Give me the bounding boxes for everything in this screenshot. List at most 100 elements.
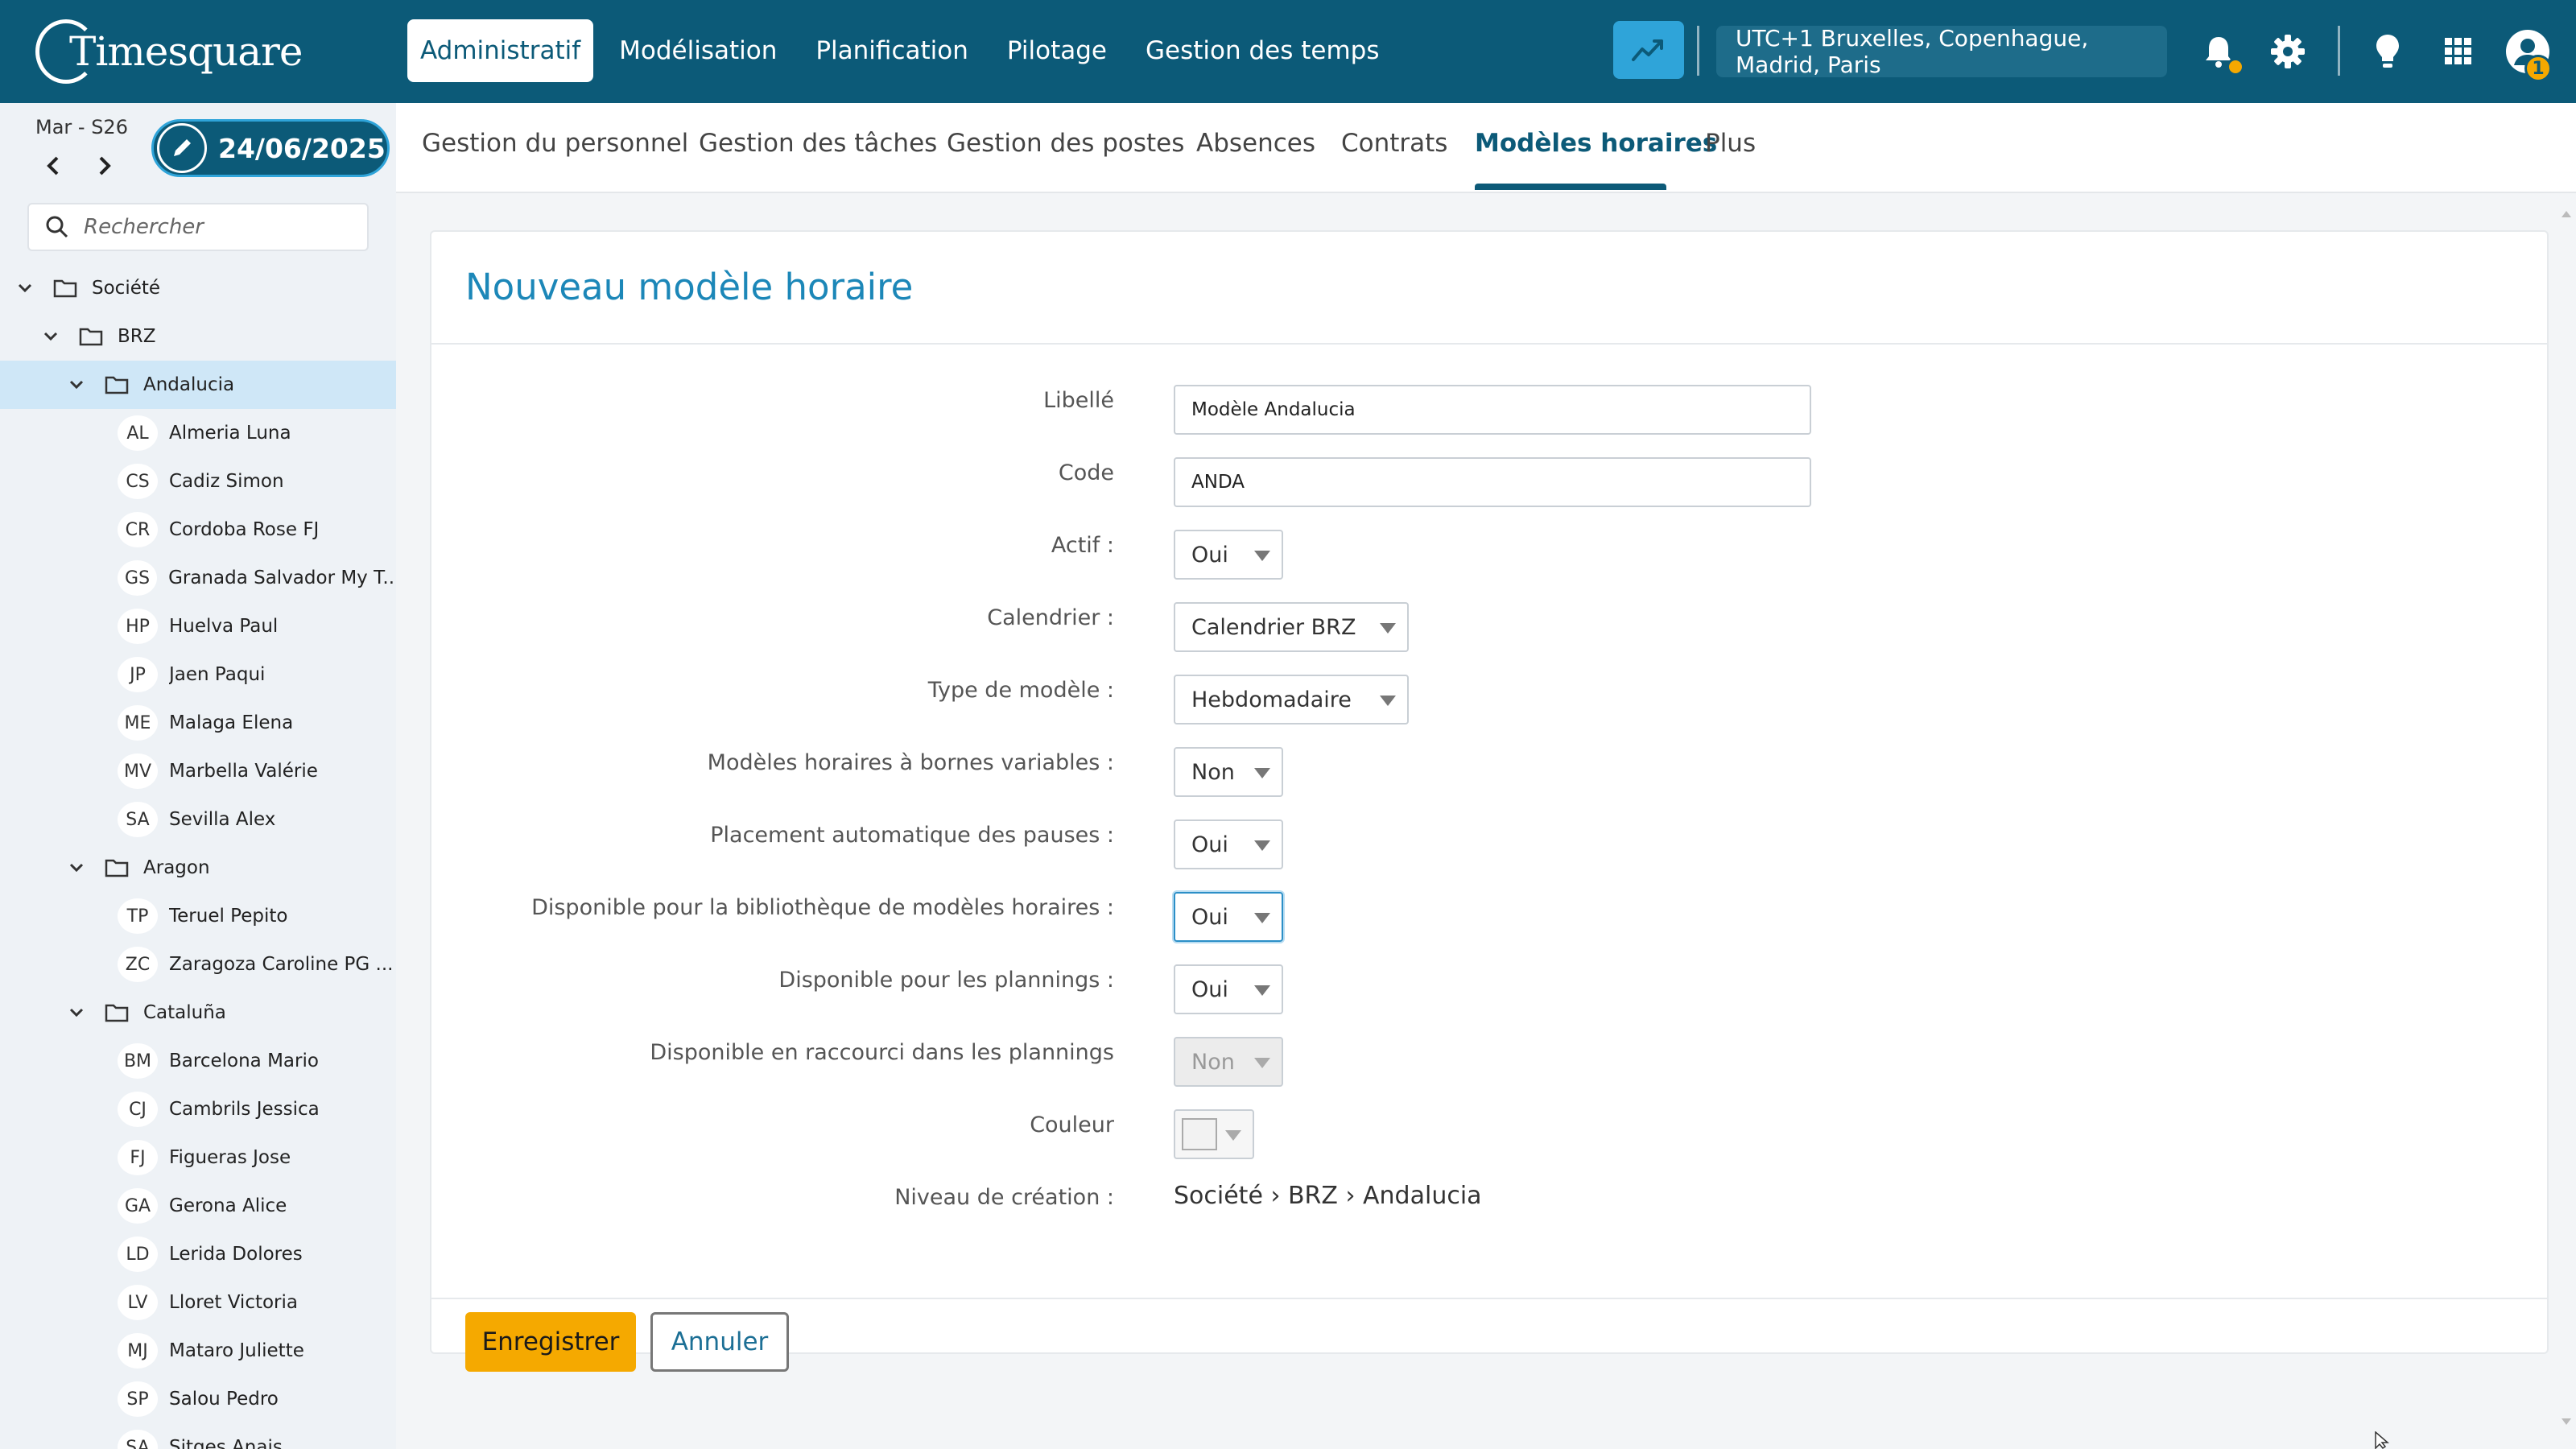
person-initials: MJ <box>118 1333 158 1368</box>
person-initials: GS <box>118 560 158 596</box>
tree-person[interactable]: ZC Zaragoza Caroline PG ... <box>0 940 396 989</box>
caret-down-icon <box>1254 1058 1270 1068</box>
code-input[interactable]: ANDA <box>1174 457 1811 507</box>
chevron-down-icon[interactable] <box>13 276 37 300</box>
date-picker-button[interactable]: 24/06/2025 <box>151 119 390 177</box>
calendrier-value: Calendrier BRZ <box>1191 614 1356 640</box>
tree-label: Jaen Paqui <box>169 664 266 685</box>
person-initials: BM <box>118 1043 158 1079</box>
tree-folder-aragon[interactable]: Aragon <box>0 844 396 892</box>
tab-gestion-du-personnel[interactable]: Gestion du personnel <box>422 129 688 158</box>
tree-person[interactable]: CS Cadiz Simon <box>0 457 396 506</box>
caret-down-icon <box>1225 1130 1241 1141</box>
tree-person[interactable]: MJ Mataro Juliette <box>0 1327 396 1375</box>
tree-folder-societe[interactable]: Société <box>0 264 396 312</box>
settings-button[interactable] <box>2265 29 2310 74</box>
next-date-button[interactable] <box>89 150 121 182</box>
week-label: Mar - S26 <box>35 116 128 138</box>
apps-button[interactable] <box>2436 29 2481 74</box>
placement-pauses-select[interactable]: Oui <box>1174 819 1283 869</box>
tree-person[interactable]: SA Sitges Anais <box>0 1423 396 1449</box>
save-button[interactable]: Enregistrer <box>465 1312 636 1372</box>
main-nav-planification[interactable]: Planification <box>803 19 981 82</box>
tree-person[interactable]: ME Malaga Elena <box>0 699 396 747</box>
person-initials: MV <box>118 753 158 789</box>
tab-absences[interactable]: Absences <box>1196 129 1315 158</box>
ideas-button[interactable] <box>2365 29 2410 74</box>
tree-person[interactable]: BM Barcelona Mario <box>0 1037 396 1085</box>
libelle-input[interactable]: Modèle Andalucia <box>1174 385 1811 435</box>
main-nav-modelisation[interactable]: Modélisation <box>606 19 790 82</box>
raccourci-value: Non <box>1191 1049 1235 1075</box>
trend-chart-button[interactable] <box>1613 21 1684 79</box>
scroll-up-arrow[interactable] <box>2562 211 2571 217</box>
tree-person[interactable]: SA Sevilla Alex <box>0 795 396 844</box>
divider <box>2338 26 2340 76</box>
search-input[interactable]: Rechercher <box>84 215 204 239</box>
plannings-label: Disponible pour les plannings : <box>778 968 1114 993</box>
cancel-button[interactable]: Annuler <box>650 1312 789 1372</box>
divider <box>1697 26 1699 76</box>
tree-person[interactable]: CR Cordoba Rose FJ <box>0 506 396 554</box>
notification-dot <box>2227 58 2244 76</box>
tree-person[interactable]: JP Jaen Paqui <box>0 650 396 699</box>
tab-modeles-horaires[interactable]: Modèles horaires <box>1475 129 1717 158</box>
tree-label: Sevilla Alex <box>169 809 276 830</box>
mouse-cursor-icon <box>2375 1431 2390 1449</box>
couleur-picker[interactable] <box>1174 1109 1254 1159</box>
tab-gestion-des-postes[interactable]: Gestion des postes <box>947 129 1184 158</box>
bornes-variables-label: Modèles horaires à bornes variables : <box>707 750 1114 775</box>
tree-person[interactable]: GS Granada Salvador My T... <box>0 554 396 602</box>
person-initials: ME <box>118 705 158 741</box>
chevron-down-icon[interactable] <box>64 373 89 397</box>
profile-badge: 1 <box>2524 55 2552 82</box>
divider <box>431 343 2547 345</box>
tree-person[interactable]: MV Marbella Valérie <box>0 747 396 795</box>
tree-person[interactable]: LV Lloret Victoria <box>0 1278 396 1327</box>
plannings-value: Oui <box>1191 976 1228 1002</box>
tab-gestion-des-taches[interactable]: Gestion des tâches <box>699 129 937 158</box>
chevron-right-icon <box>99 156 111 175</box>
person-initials: SA <box>118 1430 158 1449</box>
bibliotheque-value: Oui <box>1191 904 1228 930</box>
scroll-down-arrow[interactable] <box>2562 1418 2571 1425</box>
tree-person[interactable]: HP Huelva Paul <box>0 602 396 650</box>
plannings-select[interactable]: Oui <box>1174 964 1283 1014</box>
tree-person[interactable]: TP Teruel Pepito <box>0 892 396 940</box>
main-nav-pilotage[interactable]: Pilotage <box>994 19 1120 82</box>
previous-date-button[interactable] <box>37 150 69 182</box>
tree-folder-andalucia[interactable]: Andalucia <box>0 361 396 409</box>
person-initials: ZC <box>118 947 158 982</box>
caret-down-icon <box>1254 551 1270 561</box>
tab-plus[interactable]: Plus <box>1705 129 1756 158</box>
tree-person[interactable]: FJ Figueras Jose <box>0 1133 396 1182</box>
tree-folder-brz[interactable]: BRZ <box>0 312 396 361</box>
person-initials: FJ <box>118 1140 158 1175</box>
chevron-down-icon[interactable] <box>64 856 89 880</box>
chevron-down-icon[interactable] <box>39 324 63 349</box>
person-initials: CS <box>118 464 158 499</box>
tree-person[interactable]: LD Lerida Dolores <box>0 1230 396 1278</box>
logo[interactable]: Timesquare <box>35 16 303 87</box>
tree-person[interactable]: CJ Cambrils Jessica <box>0 1085 396 1133</box>
tree-label: Cadiz Simon <box>169 471 284 492</box>
tab-contrats[interactable]: Contrats <box>1341 129 1447 158</box>
search-box[interactable]: Rechercher <box>27 203 369 251</box>
tree-folder-cataluna[interactable]: Cataluña <box>0 989 396 1037</box>
calendrier-select[interactable]: Calendrier BRZ <box>1174 602 1409 652</box>
libelle-label: Libellé <box>1043 388 1114 413</box>
tree-person[interactable]: GA Gerona Alice <box>0 1182 396 1230</box>
tree-label: Mataro Juliette <box>169 1340 304 1361</box>
bibliotheque-select[interactable]: Oui <box>1174 892 1283 942</box>
timezone-selector[interactable]: UTC+1 Bruxelles, Copenhague, Madrid, Par… <box>1716 25 2167 78</box>
main-nav-gestion-des-temps[interactable]: Gestion des temps <box>1133 19 1393 82</box>
type-modele-select[interactable]: Hebdomadaire <box>1174 675 1409 724</box>
tree-person[interactable]: SP Salou Pedro <box>0 1375 396 1423</box>
main-nav-administratif[interactable]: Administratif <box>407 19 594 82</box>
search-icon <box>46 216 68 238</box>
bornes-variables-select[interactable]: Non <box>1174 747 1283 797</box>
folder-icon <box>52 276 79 300</box>
tree-person[interactable]: AL Almeria Luna <box>0 409 396 457</box>
actif-select[interactable]: Oui <box>1174 530 1283 580</box>
chevron-down-icon[interactable] <box>64 1001 89 1025</box>
